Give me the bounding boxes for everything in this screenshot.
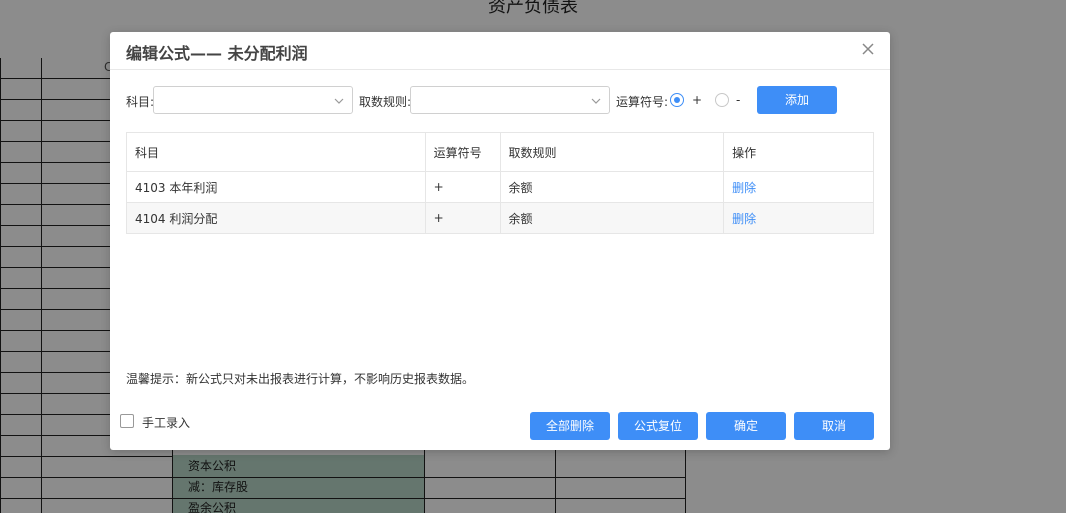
delete-link[interactable]: 删除	[732, 212, 756, 226]
cell-action: 删除	[723, 171, 874, 203]
edit-formula-dialog: 编辑公式—— 未分配利润 科目: 取数规则: 运算符号: + - 添加 科目 运…	[110, 32, 890, 450]
formula-table: 科目 运算符号 取数规则 操作 4103 本年利润 + 余额 删除 4104 利…	[126, 132, 874, 234]
operator-label: 运算符号:	[616, 95, 669, 109]
tip-text: 温馨提示：新公式只对未出报表进行计算，不影响历史报表数据。	[126, 372, 475, 386]
manual-entry-checkbox[interactable]	[120, 414, 134, 428]
delete-all-button[interactable]: 全部删除	[530, 412, 610, 440]
cell-operator: +	[424, 202, 501, 234]
column-header-subject: 科目	[126, 132, 426, 172]
cell-rule: 余额	[499, 171, 725, 203]
delete-link[interactable]: 删除	[732, 181, 756, 195]
cell-operator: +	[424, 171, 501, 203]
dialog-title: 编辑公式—— 未分配利润	[126, 44, 308, 63]
table-row: 4103 本年利润 + 余额 删除	[126, 171, 874, 203]
column-header-rule: 取数规则	[499, 132, 725, 172]
cancel-button[interactable]: 取消	[794, 412, 874, 440]
operator-plus-label: +	[692, 93, 703, 107]
column-header-operator: 运算符号	[424, 132, 501, 172]
cell-action: 删除	[723, 202, 874, 234]
close-icon[interactable]	[860, 41, 876, 57]
add-button[interactable]: 添加	[757, 86, 837, 114]
reset-formula-button[interactable]: 公式复位	[618, 412, 698, 440]
chevron-down-icon	[591, 98, 601, 104]
dialog-header: 编辑公式—— 未分配利润	[110, 32, 890, 70]
cell-subject: 4103 本年利润	[126, 171, 426, 203]
table-row: 4104 利润分配 + 余额 删除	[126, 202, 874, 234]
chevron-down-icon	[334, 98, 344, 104]
operator-minus-radio[interactable]	[715, 93, 729, 107]
column-header-action: 操作	[723, 132, 874, 172]
cell-subject: 4104 利润分配	[126, 202, 426, 234]
rule-label: 取数规则:	[359, 95, 412, 109]
operator-plus-radio[interactable]	[670, 93, 684, 107]
rule-select[interactable]	[410, 86, 610, 114]
manual-entry-label: 手工录入	[142, 416, 191, 430]
operator-minus-label: -	[736, 93, 741, 107]
subject-select[interactable]	[153, 86, 353, 114]
confirm-button[interactable]: 确定	[706, 412, 786, 440]
cell-rule: 余额	[499, 202, 725, 234]
subject-label: 科目:	[126, 95, 155, 109]
